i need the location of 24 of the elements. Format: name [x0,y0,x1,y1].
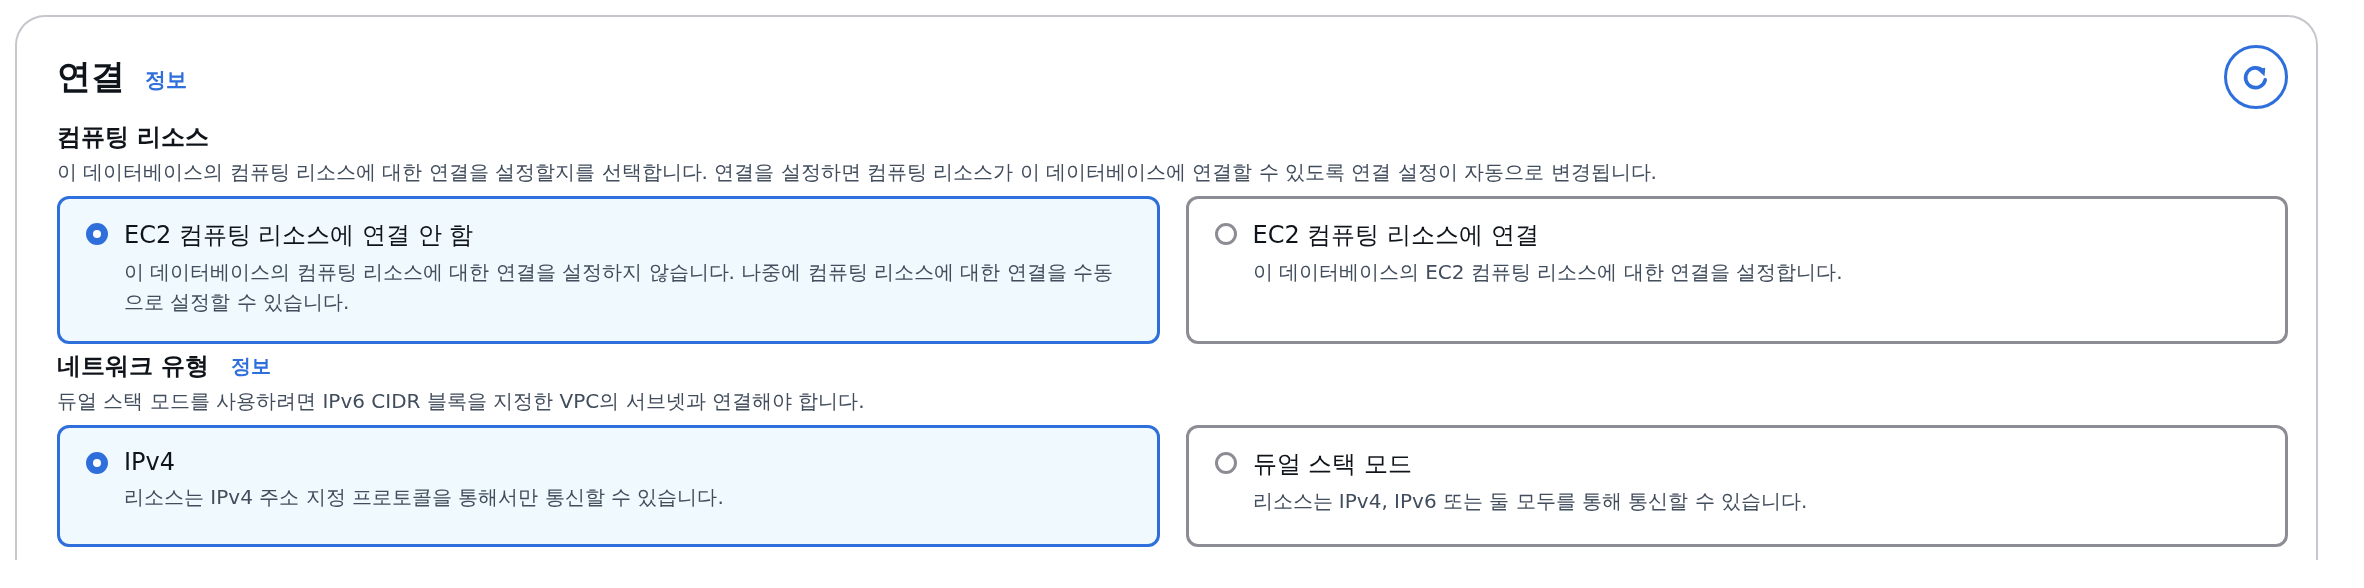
section-description: 듀얼 스택 모드를 사용하려면 IPv6 CIDR 블록을 지정한 VPC의 서브넷과 연결해야 합니다. [57,388,866,415]
section-heading: 컴퓨팅 리소스 [57,122,210,153]
option-label: 듀얼 스택 모드 [1252,449,1413,480]
option-label: EC2 컴퓨팅 리소스에 연결 안 함 [124,220,475,251]
option-description: 이 데이터베이스의 컴퓨팅 리소스에 대한 연결을 설정하지 않습니다. 나중에 컴퓨팅 리소스에 대한 연결을 수동으로 설정할 수 있습니다. [124,259,1114,316]
option-card[interactable]: EC2 컴퓨팅 리소스에 연결 이 데이터베이스의 EC2 컴퓨팅 리소스에 대한 연결을 설정합니다. [1185,196,2288,344]
radio-button[interactable] [86,223,108,245]
option-description: 리소스는 IPv4, IPv6 또는 둘 모두를 통해 통신할 수 있습니다. [1252,488,1808,515]
refresh-button[interactable] [2224,45,2288,109]
panel-title: 연결 [57,55,125,98]
option-label: IPv4 [124,448,177,476]
info-link[interactable]: 정보 [231,352,272,380]
info-link[interactable]: 정보 [145,66,187,94]
radio-button[interactable] [1214,452,1237,474]
option-description: 이 데이터베이스의 EC2 컴퓨팅 리소스에 대한 연결을 설정합니다. [1252,259,1843,286]
section-description: 이 데이터베이스의 컴퓨팅 리소스에 대한 연결을 설정할지를 선택합니다. 연결을 설정하면 컴퓨팅 리소스가 이 데이터베이스에 연결할 수 있도록 연결 설정이 자동으로 변경됩니다. [57,159,1658,186]
section-heading: 네트워크 유형 [57,351,210,382]
option-card[interactable]: EC2 컴퓨팅 리소스에 연결 안 함 이 데이터베이스의 컴퓨팅 리소스에 대한 연결을 설정하지 않습니다. 나중에 컴퓨팅 리소스에 대한 연결을 수동으로 설정할 수 있습니다. [57,196,1160,344]
radio-button[interactable] [86,452,108,474]
option-description: 리소스는 IPv4 주소 지정 프로토콜을 통해서만 통신할 수 있습니다. [124,484,724,511]
option-card[interactable]: IPv4 리소스는 IPv4 주소 지정 프로토콜을 통해서만 통신할 수 있습니다. [57,425,1160,547]
radio-button[interactable] [1214,223,1237,245]
option-label: EC2 컴퓨팅 리소스에 연결 [1252,220,1540,251]
option-card[interactable]: 듀얼 스택 모드 리소스는 IPv4, IPv6 또는 둘 모두를 통해 통신할 수 있습니다. [1185,425,2288,547]
